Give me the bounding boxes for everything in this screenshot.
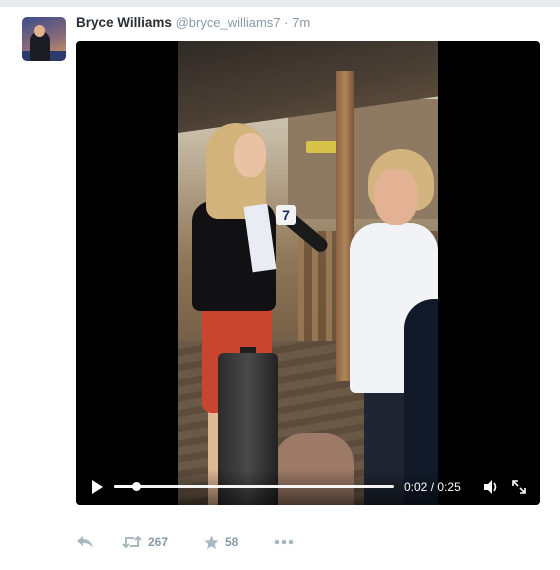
- current-time: 0:02: [404, 480, 428, 494]
- play-icon[interactable]: [88, 478, 106, 496]
- tweet-card: Bryce Williams @bryce_williams7 · 7m 7 0…: [0, 6, 560, 570]
- fullscreen-icon[interactable]: [510, 478, 528, 496]
- favorite-button[interactable]: 58: [204, 533, 238, 551]
- reporter-face: [234, 133, 266, 177]
- video-time: 0:02 / 0:25: [404, 479, 461, 495]
- retweet-count: 267: [148, 535, 169, 549]
- more-icon: [274, 539, 294, 545]
- star-icon: [204, 535, 219, 550]
- time-separator: /: [430, 480, 435, 494]
- scrubber-handle[interactable]: [132, 482, 142, 491]
- scrubber-track: [114, 485, 394, 488]
- video-player[interactable]: 7 0:02 / 0:25: [76, 41, 540, 505]
- reply-icon: [76, 535, 94, 549]
- interviewee-face: [374, 169, 418, 225]
- reply-button[interactable]: [76, 533, 94, 551]
- header-separator: ·: [284, 15, 289, 30]
- retweet-button[interactable]: 267: [122, 533, 168, 551]
- avatar[interactable]: [22, 17, 66, 61]
- volume-icon[interactable]: [482, 478, 500, 496]
- video-frame: 7: [178, 41, 438, 505]
- tweet-timestamp[interactable]: 7m: [292, 15, 310, 30]
- author-name[interactable]: Bryce Williams: [76, 15, 172, 30]
- microphone-flag: 7: [276, 205, 296, 225]
- video-controls: 0:02 / 0:25: [76, 469, 540, 505]
- retweet-icon: [122, 535, 142, 549]
- tweet-header: Bryce Williams @bryce_williams7 · 7m: [76, 15, 310, 31]
- video-scrubber[interactable]: [114, 482, 394, 491]
- favorite-count: 58: [225, 535, 239, 549]
- duration: 0:25: [437, 480, 461, 494]
- more-button[interactable]: [274, 533, 294, 551]
- avatar-face: [34, 25, 45, 37]
- background-sign: [306, 141, 340, 153]
- author-handle[interactable]: @bryce_williams7: [176, 15, 281, 30]
